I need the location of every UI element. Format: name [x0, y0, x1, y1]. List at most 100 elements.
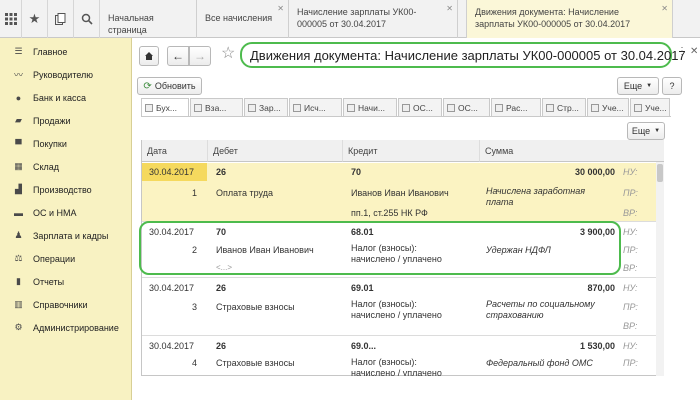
tab-doc-2[interactable]: Вза...: [190, 98, 243, 116]
search-icon[interactable]: [74, 0, 100, 38]
sidebar-item-label: Банк и касса: [33, 92, 86, 103]
close-icon[interactable]: ✕: [690, 46, 698, 57]
tab-label: Движения документа: Начисление зарплаты …: [475, 7, 631, 29]
tax-label-pr: ПР:: [623, 358, 638, 368]
tax-label-pr: ПР:: [623, 302, 638, 312]
tab-accounting[interactable]: Бух...: [141, 98, 189, 116]
tax-label-pr: ПР:: [623, 245, 638, 255]
tab-doc-9[interactable]: Стр...: [542, 98, 586, 116]
grid-icon[interactable]: [0, 0, 22, 38]
sidebar-item-label: Склад: [33, 161, 60, 172]
tab-doc-5[interactable]: Начи...: [343, 98, 397, 116]
tab-icon: [145, 103, 153, 112]
sidebar-item-warehouse[interactable]: ▦ Склад: [0, 155, 132, 178]
sidebar-item-bank[interactable]: ● Банк и касса: [0, 86, 132, 109]
tab-label: Рас...: [506, 102, 528, 113]
sidebar-item-label: Покупки: [33, 138, 67, 149]
vertical-scrollbar[interactable]: [656, 162, 664, 376]
grid-more-button[interactable]: Еще ▼: [627, 122, 665, 140]
sidebar: ☰ Главное 〰 Руководителю ● Банк и касса ▰ Пр…: [0, 38, 132, 400]
tab-doc-4[interactable]: Исч...: [289, 98, 342, 116]
tab-doc-7[interactable]: ОС...: [443, 98, 490, 116]
tax-label-nu: НУ:: [623, 283, 638, 293]
row-sum: 30 000,00: [574, 167, 615, 177]
sidebar-item-main[interactable]: ☰ Главное: [0, 40, 132, 63]
ruble-icon: ●: [15, 92, 22, 103]
reports-icon: ▮: [16, 276, 21, 286]
sidebar-item-production[interactable]: ▟ Производство: [0, 178, 132, 201]
dropdown-icon: ▼: [646, 83, 653, 89]
column-header-debit[interactable]: Дебет: [207, 140, 342, 162]
sidebar-item-reports[interactable]: ▮ Отчеты: [0, 270, 132, 293]
home-button[interactable]: [139, 46, 159, 66]
forward-arrow-icon: →: [194, 49, 206, 63]
column-header-credit[interactable]: Кредит: [342, 140, 479, 162]
tab-icon: [402, 103, 410, 112]
sidebar-item-catalogs[interactable]: ▥ Справочники: [0, 293, 132, 316]
sidebar-item-admin[interactable]: ⚙ Администрирование: [0, 316, 132, 339]
favorite-star-icon[interactable]: ☆: [221, 43, 235, 63]
credit-subconto: Налог (взносы): начислено / уплачено: [351, 299, 442, 320]
back-button[interactable]: ←: [167, 46, 189, 66]
tab-doc-8[interactable]: Рас...: [491, 98, 541, 116]
tab-label: Все начисления: [205, 13, 273, 23]
row-number: 1: [192, 188, 198, 198]
tab-icon: [495, 103, 503, 112]
sidebar-item-operations[interactable]: ⚖ Операции: [0, 247, 132, 270]
people-icon: ♟: [14, 230, 23, 240]
chart-icon: 〰: [13, 70, 23, 80]
tab-label: Уче...: [645, 102, 667, 113]
tab-doc-10[interactable]: Уче...: [587, 98, 629, 116]
tab-icon: [194, 103, 202, 112]
tax-label-vr: ВР:: [623, 321, 638, 331]
forward-button[interactable]: →: [189, 46, 211, 66]
truck-icon: ▬: [14, 207, 23, 218]
tab-icon: [634, 103, 642, 112]
sidebar-item-purchases[interactable]: ▀ Покупки: [0, 132, 132, 155]
debit-subconto: Страховые взносы: [216, 302, 295, 312]
sidebar-item-salary[interactable]: ♟ Зарплата и кадры: [0, 224, 132, 247]
tab-doc-11[interactable]: Уче...: [630, 98, 670, 116]
tab-doc-movements[interactable]: Движения документа: Начисление зарплаты …: [466, 0, 673, 38]
tax-label-vr: ВР:: [623, 263, 638, 273]
credit-extra: пп.1, ст.255 НК РФ: [351, 208, 428, 218]
tab-home[interactable]: Начальная страница: [100, 0, 197, 38]
more-label: Еще: [631, 126, 651, 136]
tab-all-accruals[interactable]: Все начисления ✕: [197, 0, 289, 38]
tab-doc-6[interactable]: ОС...: [398, 98, 442, 116]
factory-icon: ▟: [15, 184, 22, 194]
sidebar-item-label: Продажи: [33, 115, 71, 126]
sidebar-item-label: Отчеты: [33, 276, 65, 287]
row-number: 4: [192, 358, 198, 368]
row-description: Расчеты по социальному страхованию: [486, 299, 595, 320]
row-divider: [142, 277, 664, 278]
history-icon[interactable]: [48, 0, 74, 38]
more-icon[interactable]: ⋮: [677, 46, 687, 57]
column-header-sum[interactable]: Сумма: [479, 140, 664, 162]
tab-icon: [591, 103, 599, 112]
top-bar: ★ Начальная страница Все начисления ✕ Нач…: [0, 0, 700, 38]
bag-icon: ▰: [15, 115, 22, 125]
credit-account: 70: [351, 167, 362, 177]
row-number: 3: [192, 302, 198, 312]
close-icon[interactable]: ✕: [446, 3, 453, 15]
column-header-date[interactable]: Дата: [142, 140, 207, 162]
sidebar-item-assets[interactable]: ▬ ОС и НМА: [0, 201, 132, 224]
gear-icon: ⚙: [14, 322, 23, 332]
tab-label: Уче...: [602, 102, 624, 113]
close-icon[interactable]: ✕: [277, 3, 284, 15]
close-icon[interactable]: ✕: [661, 3, 668, 15]
tab-doc-3[interactable]: Зар...: [244, 98, 288, 116]
refresh-button[interactable]: ⟳ Обновить: [137, 77, 202, 95]
sidebar-item-label: Главное: [33, 46, 68, 57]
more-button[interactable]: Еще ▼: [617, 77, 659, 95]
sidebar-item-sales[interactable]: ▰ Продажи: [0, 109, 132, 132]
credit-account: 69.0...: [351, 341, 377, 351]
scrollbar-thumb[interactable]: [657, 164, 663, 182]
help-button[interactable]: ?: [662, 77, 682, 95]
credit-subconto: Налог (взносы): начислено / уплачено: [351, 357, 442, 376]
debit-subconto: Оплата труда: [216, 188, 273, 198]
star-icon[interactable]: ★: [22, 0, 48, 38]
tab-salary-doc[interactable]: Начисление зарплаты УК00-000005 от 30.04…: [289, 0, 458, 38]
sidebar-item-manager[interactable]: 〰 Руководителю: [0, 63, 132, 86]
